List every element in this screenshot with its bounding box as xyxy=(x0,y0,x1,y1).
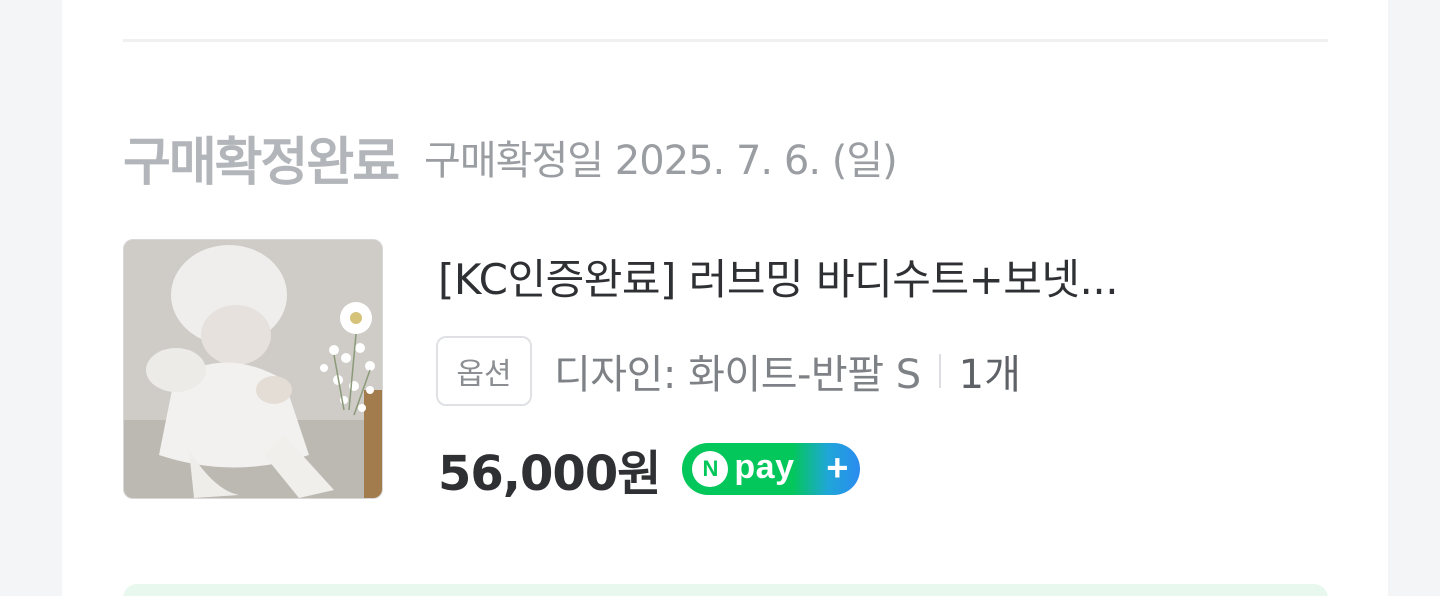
order-status-row: 구매확정완료 구매확정일 2025. 7. 6. (일) xyxy=(123,122,898,193)
option-badge: 옵션 xyxy=(436,336,532,406)
action-banner[interactable] xyxy=(123,584,1328,596)
price: 56,000원 xyxy=(438,446,661,502)
quantity: 1개 xyxy=(958,352,1021,398)
price-row: 56,000원 N pay + xyxy=(438,436,861,502)
product-photo-baby-dress xyxy=(124,240,382,498)
npay-n-icon: N xyxy=(692,451,729,487)
plus-icon: + xyxy=(826,447,849,490)
divider xyxy=(123,39,1328,42)
npay-plus-badge: N pay + xyxy=(682,443,861,495)
option-row: 옵션 디자인: 화이트-반팔 S 1개 xyxy=(436,336,1021,406)
option-separator xyxy=(938,354,941,388)
npay-label: pay xyxy=(734,447,795,486)
option-text: 디자인: 화이트-반팔 S xyxy=(554,352,921,398)
product-name[interactable]: [KC인증완료] 러브밍 바디수트+보넷... xyxy=(438,246,1328,307)
confirm-date: 구매확정일 2025. 7. 6. (일) xyxy=(424,138,898,184)
order-status-title: 구매확정완료 xyxy=(123,132,400,193)
product-thumbnail[interactable] xyxy=(123,239,383,499)
